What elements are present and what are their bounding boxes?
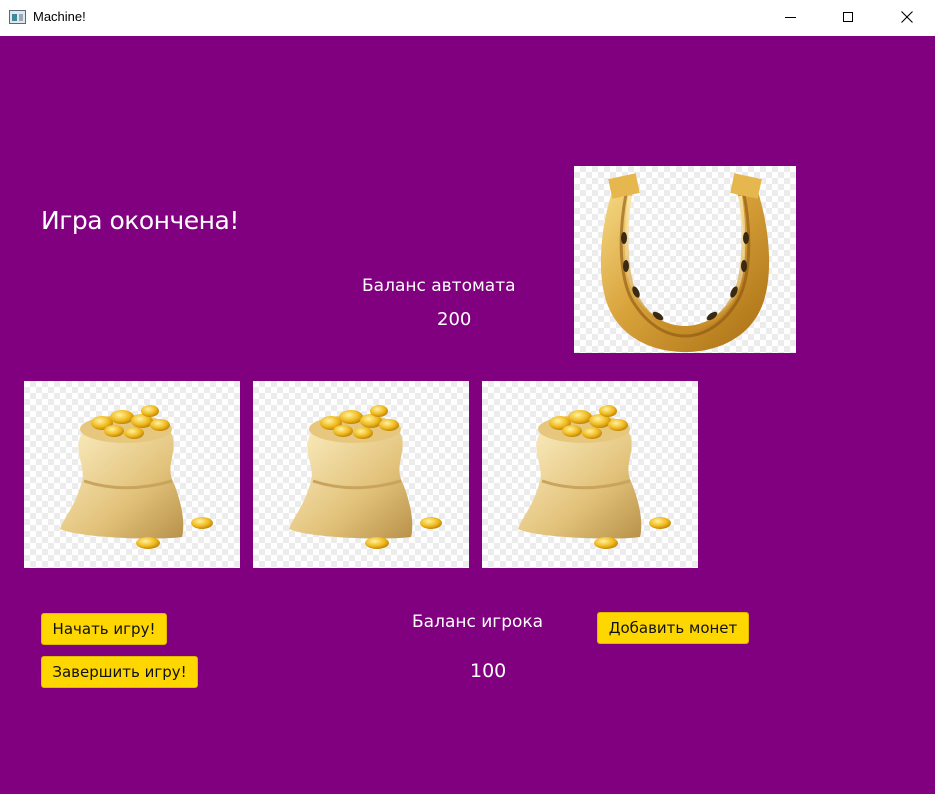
game-status-text: Игра окончена! xyxy=(41,206,239,235)
window-title: Machine! xyxy=(33,9,86,24)
minimize-icon xyxy=(784,16,796,18)
title-bar: Machine! xyxy=(0,0,935,36)
money-bag-image xyxy=(253,381,469,568)
horseshoe-image xyxy=(574,166,796,353)
maximize-icon xyxy=(843,12,853,22)
money-bag-image xyxy=(24,381,240,568)
machine-balance-value: 200 xyxy=(437,309,472,330)
app-icon xyxy=(9,10,26,24)
close-button[interactable] xyxy=(884,0,930,34)
minimize-button[interactable] xyxy=(767,0,813,34)
maximize-button[interactable] xyxy=(825,0,871,34)
money-bag-image xyxy=(482,381,698,568)
start-game-button[interactable]: Начать игру! xyxy=(41,613,167,645)
close-icon xyxy=(901,11,913,23)
player-balance-label: Баланс игрока xyxy=(412,612,544,632)
player-balance-value: 100 xyxy=(470,660,507,682)
add-coins-button[interactable]: Добавить монет xyxy=(597,612,749,644)
end-game-button[interactable]: Завершить игру! xyxy=(41,656,198,688)
game-area: Игра окончена! Баланс автомата 200 Начат… xyxy=(0,36,935,794)
machine-balance-label: Баланс автомата xyxy=(362,276,516,296)
